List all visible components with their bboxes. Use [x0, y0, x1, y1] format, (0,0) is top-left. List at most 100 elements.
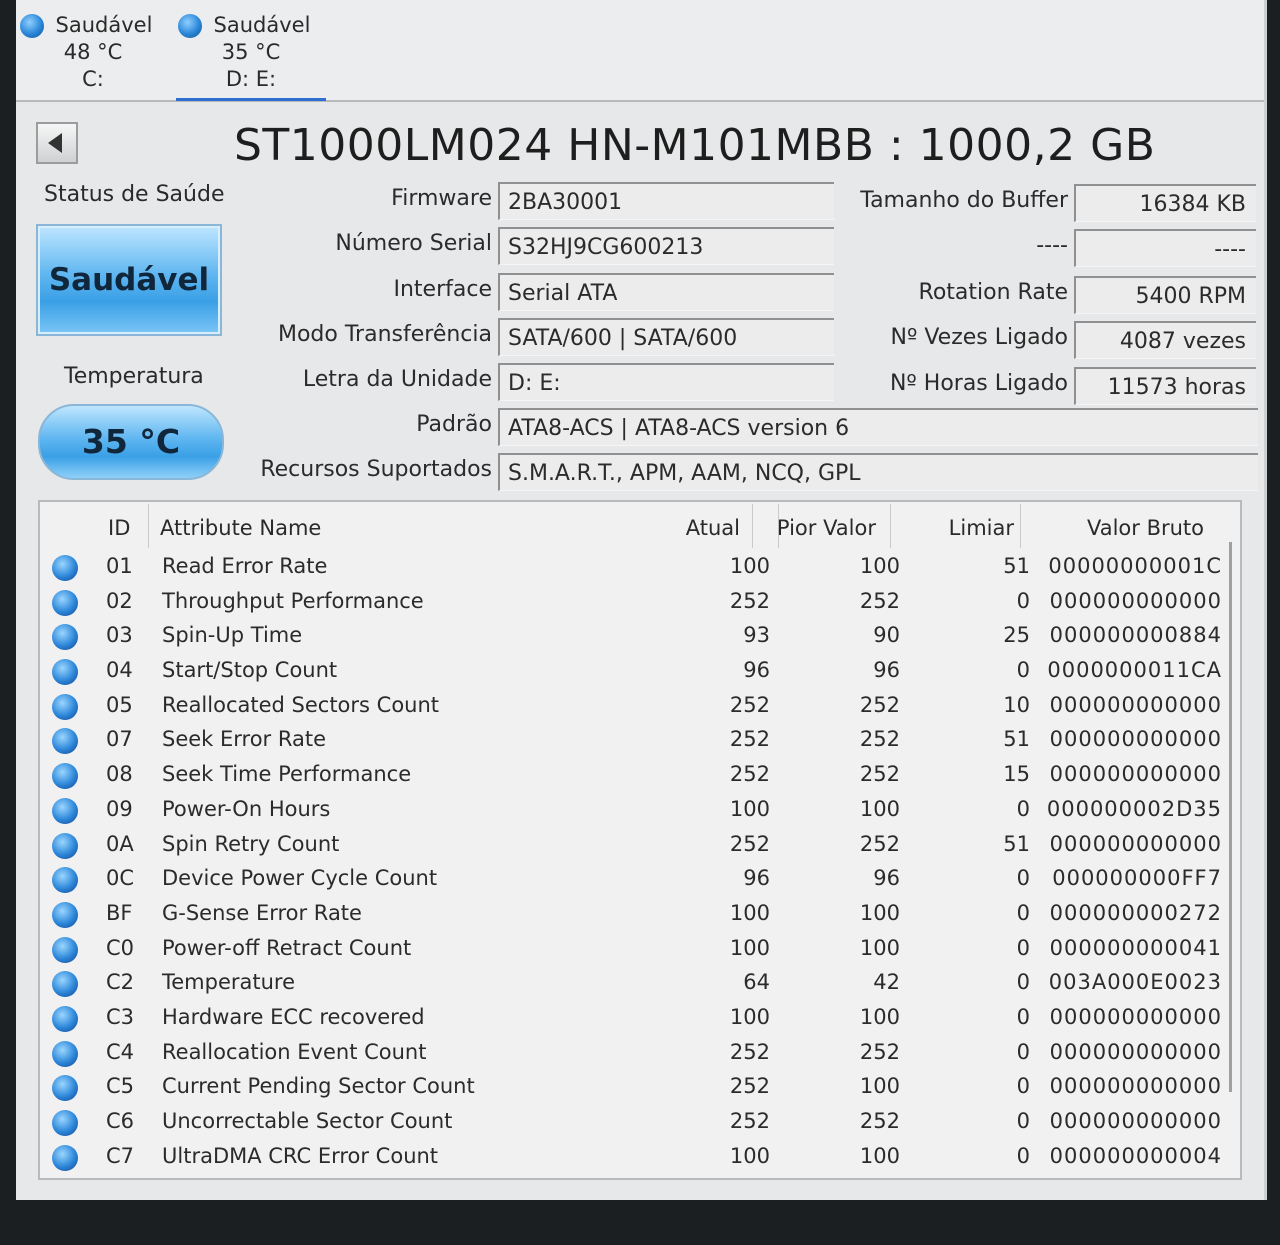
table-row[interactable]: C7 UltraDMA CRC Error Count 100 100 0 0000000… [40, 1140, 1240, 1175]
temperature-button[interactable]: 35 °C [38, 404, 224, 480]
attribute-worst: 252 [859, 1109, 900, 1133]
attribute-raw-value: 000000000884 [1049, 623, 1222, 648]
attribute-raw-value: 000000000000 [1049, 762, 1222, 787]
interface-field: Serial ATA [498, 273, 834, 311]
power-on-count-label: Nº Vezes Ligado [890, 325, 1068, 350]
table-row[interactable]: 04 Start/Stop Count 96 96 0 0000000011CA [40, 654, 1240, 689]
drive-tab-c[interactable]: Saudável 48 °C C: [18, 12, 168, 98]
table-row[interactable]: 01 Read Error Rate 100 100 51 00000000001C [40, 550, 1240, 585]
attribute-threshold: 0 [1016, 658, 1030, 683]
attribute-id: 0A [106, 831, 134, 856]
attribute-name: Spin-Up Time [162, 623, 303, 648]
column-header-id[interactable]: ID [108, 516, 130, 540]
attribute-raw-value: 000000000000 [1049, 831, 1222, 856]
table-row[interactable]: BF G-Sense Error Rate 100 100 0 000000000272 [40, 897, 1240, 932]
attribute-current: 100 [729, 1143, 770, 1168]
attribute-current: 100 [729, 900, 770, 925]
attribute-current: 100 [729, 796, 770, 821]
table-scrollbar[interactable] [1229, 542, 1232, 1092]
attribute-threshold: 15 [1003, 762, 1030, 787]
attribute-id: 03 [106, 623, 133, 648]
power-on-count-field: 4087 vezes [1074, 321, 1256, 359]
table-row[interactable]: C2 Temperature 64 42 0 003A000E0023 [40, 966, 1240, 1001]
attribute-worst: 252 [859, 692, 900, 717]
attribute-raw-value: 003A000E0023 [1048, 970, 1222, 995]
attribute-current: 252 [729, 762, 770, 787]
table-row[interactable]: 0C Device Power Cycle Count 96 96 0 000000000… [40, 862, 1240, 897]
attribute-name: Start/Stop Count [162, 658, 338, 683]
table-row[interactable]: 07 Seek Error Rate 252 252 51 000000000000 [40, 723, 1240, 758]
blank-label: ---- [1036, 233, 1068, 258]
attribute-raw-value: 000000000000 [1049, 1109, 1222, 1133]
attribute-threshold: 51 [1003, 727, 1030, 752]
smart-attributes-table: ID Attribute Name Atual Pior Valor Limia… [38, 500, 1242, 1180]
drive-tab-de[interactable]: Saudável 35 °C D: E: [176, 12, 326, 101]
column-header-current[interactable]: Atual [686, 516, 740, 540]
table-row[interactable]: C4 Reallocation Event Count 252 252 0 0000000… [40, 1036, 1240, 1071]
attribute-worst: 100 [859, 554, 900, 578]
attribute-raw-value: 0000000011CA [1047, 658, 1222, 683]
attribute-id: C7 [106, 1143, 135, 1168]
health-status-icon [20, 14, 44, 38]
power-on-hours-field: 11573 horas [1074, 367, 1256, 405]
table-body: 01 Read Error Rate 100 100 51 00000000001C 02 T… [40, 550, 1240, 1174]
table-row[interactable]: 09 Power-On Hours 100 100 0 000000002D35 [40, 793, 1240, 828]
app-window: Saudável 48 °C C: Saudável 35 °C D: E: S… [16, 0, 1267, 1200]
column-header-threshold[interactable]: Limiar [949, 516, 1014, 540]
status-dot-icon [52, 797, 78, 824]
column-divider [1020, 504, 1021, 548]
firmware-label: Firmware [391, 186, 492, 211]
attribute-threshold: 0 [1016, 1004, 1030, 1029]
attribute-threshold: 0 [1016, 900, 1030, 925]
attribute-name: Hardware ECC recovered [162, 1004, 425, 1029]
attribute-id: C2 [106, 970, 135, 995]
column-header-worst[interactable]: Pior Valor [777, 516, 876, 540]
drive-tabs: Saudável 48 °C C: Saudável 35 °C D: E: [16, 0, 1264, 102]
attribute-name: Spin Retry Count [162, 831, 340, 856]
attribute-current: 96 [743, 658, 770, 683]
table-row[interactable]: C6 Uncorrectable Sector Count 252 252 0 00000… [40, 1105, 1240, 1140]
drive-tab-letters: C: [82, 67, 104, 91]
attribute-id: C3 [106, 1004, 135, 1029]
table-row[interactable]: C0 Power-off Retract Count 100 100 0 00000000… [40, 932, 1240, 967]
attribute-raw-value: 000000000004 [1049, 1143, 1222, 1168]
status-dot-icon [52, 728, 78, 755]
table-row[interactable]: 08 Seek Time Performance 252 252 15 000000000… [40, 758, 1240, 793]
attribute-name: Seek Error Rate [162, 727, 327, 752]
attribute-raw-value: 000000000000 [1049, 588, 1222, 613]
attribute-threshold: 51 [1003, 831, 1030, 856]
serial-field: S32HJ9CG600213 [498, 227, 834, 265]
blank-field: ---- [1074, 229, 1256, 267]
table-row[interactable]: 03 Spin-Up Time 93 90 25 000000000884 [40, 619, 1240, 654]
attribute-raw-value: 000000000000 [1049, 1074, 1222, 1099]
attribute-raw-value: 000000000000 [1049, 692, 1222, 717]
attribute-current: 100 [729, 935, 770, 960]
table-row[interactable]: C3 Hardware ECC recovered 100 100 0 000000000… [40, 1001, 1240, 1036]
features-field: S.M.A.R.T., APM, AAM, NCQ, GPL [498, 453, 1258, 491]
attribute-id: C5 [106, 1074, 135, 1099]
health-status-button[interactable]: Saudável [36, 224, 222, 336]
attribute-id: C6 [106, 1109, 135, 1133]
column-header-raw[interactable]: Valor Bruto [1087, 516, 1204, 540]
attribute-worst: 100 [859, 796, 900, 821]
attribute-name: Reallocation Event Count [162, 1039, 427, 1064]
attribute-raw-value: 000000000272 [1049, 900, 1222, 925]
drive-tab-temp: 35 °C [221, 40, 281, 64]
table-row[interactable]: C5 Current Pending Sector Count 252 100 0 000… [40, 1070, 1240, 1105]
column-header-name[interactable]: Attribute Name [160, 516, 321, 540]
table-row[interactable]: 0A Spin Retry Count 252 252 51 000000000000 [40, 828, 1240, 863]
interface-label: Interface [393, 277, 493, 302]
health-status-label: Status de Saúde [44, 182, 225, 207]
status-dot-icon [52, 1144, 78, 1171]
attribute-current: 93 [743, 623, 770, 648]
previous-disk-button[interactable] [36, 122, 78, 164]
table-row[interactable]: 02 Throughput Performance 252 252 0 000000000… [40, 585, 1240, 620]
attribute-name: G-Sense Error Rate [162, 900, 362, 925]
attribute-raw-value: 000000002D35 [1046, 796, 1222, 821]
table-row[interactable]: 05 Reallocated Sectors Count 252 252 10 00000… [40, 689, 1240, 724]
features-label: Recursos Suportados [260, 457, 492, 482]
attribute-threshold: 0 [1016, 1143, 1030, 1168]
status-dot-icon [52, 971, 78, 998]
status-dot-icon [52, 555, 78, 581]
attribute-name: Current Pending Sector Count [162, 1074, 475, 1099]
